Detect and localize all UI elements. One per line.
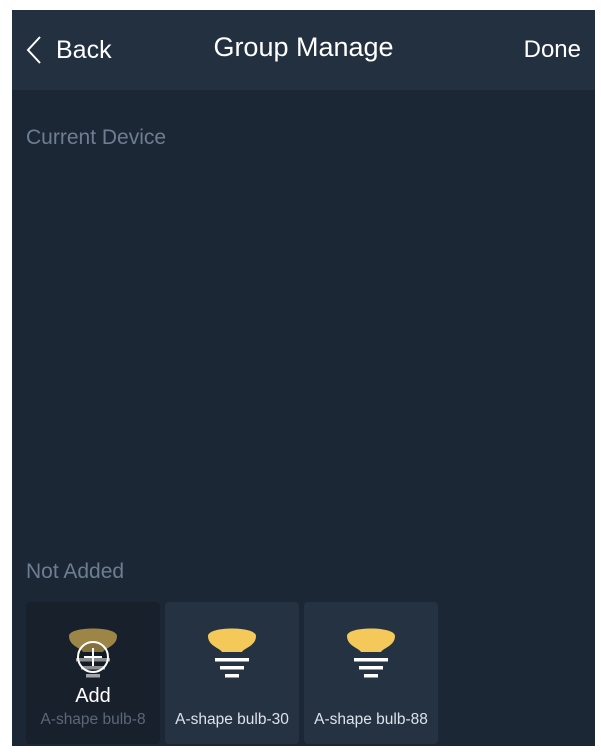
- bulb-icon: [208, 628, 256, 678]
- device-tile-bulb-88[interactable]: A-shape bulb-88: [304, 602, 438, 744]
- bulb-icon: [347, 628, 395, 678]
- device-tile-bulb-8[interactable]: Add A-shape bulb-8: [26, 602, 160, 744]
- back-label: Back: [56, 35, 112, 64]
- not-added-heading: Not Added: [26, 560, 125, 583]
- top-navigation-bar: Back Group Manage Done: [12, 10, 595, 90]
- add-label: Add: [75, 685, 111, 707]
- add-circle-icon: [77, 641, 109, 673]
- device-tile-bulb-30[interactable]: A-shape bulb-30: [165, 602, 299, 744]
- current-device-heading: Current Device: [26, 126, 167, 149]
- done-button[interactable]: Done: [524, 36, 581, 64]
- not-added-device-list: Add A-shape bulb-8 A-shape bulb-30 A-sha…: [26, 602, 438, 744]
- device-name: A-shape bulb-88: [314, 711, 428, 728]
- chevron-left-icon: [26, 36, 41, 64]
- device-name: A-shape bulb-8: [40, 711, 146, 728]
- group-manage-screen: Back Group Manage Done Current Device No…: [12, 10, 595, 746]
- back-button[interactable]: Back: [26, 30, 112, 70]
- device-name: A-shape bulb-30: [175, 711, 289, 728]
